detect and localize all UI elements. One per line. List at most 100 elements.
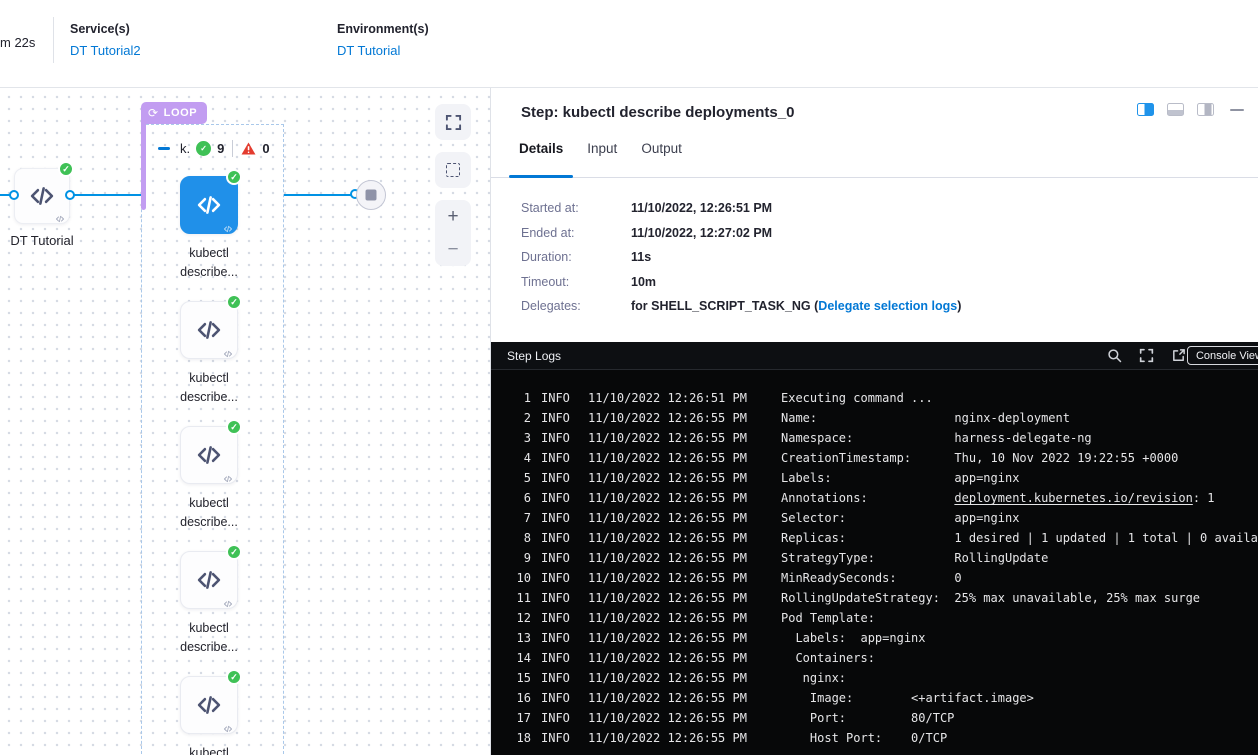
- environments-link[interactable]: DT Tutorial: [337, 43, 429, 58]
- log-level: INFO: [541, 548, 578, 568]
- marquee-icon: [446, 163, 460, 177]
- detail-value: 11/10/2022, 12:27:02 PM: [631, 226, 772, 240]
- services-link[interactable]: DT Tutorial2: [70, 43, 141, 58]
- log-message: Namespace: harness-delegate-ng: [781, 428, 1092, 448]
- log-timestamp: 11/10/2022 12:26:55 PM: [588, 448, 771, 468]
- log-message: CreationTimestamp: Thu, 10 Nov 2022 19:2…: [781, 448, 1178, 468]
- log-message: MinReadySeconds: 0: [781, 568, 962, 588]
- log-timestamp: 11/10/2022 12:26:55 PM: [588, 608, 771, 628]
- log-line-number: 7: [491, 508, 531, 528]
- detail-label: Duration:: [521, 250, 631, 264]
- log-line: 5INFO11/10/2022 12:26:55 PMLabels: app=n…: [491, 468, 1258, 488]
- log-level: INFO: [541, 488, 578, 508]
- log-line-number: 2: [491, 408, 531, 428]
- tab-output[interactable]: Output: [631, 135, 692, 177]
- success-icon: ✓: [226, 544, 242, 560]
- step-details-panel: Step: kubectl describe deployments_0 Det…: [490, 88, 1258, 755]
- stage-in-port: [9, 190, 19, 200]
- step-node-5[interactable]: ✓: [180, 676, 238, 734]
- log-timestamp: 11/10/2022 12:26:55 PM: [588, 428, 771, 448]
- canvas-select-button[interactable]: [435, 152, 471, 188]
- log-message: Selector: app=nginx: [781, 508, 1019, 528]
- log-level: INFO: [541, 428, 578, 448]
- tab-input[interactable]: Input: [577, 135, 627, 177]
- log-timestamp: 11/10/2022 12:26:55 PM: [588, 468, 771, 488]
- console-view-button[interactable]: Console View: [1187, 346, 1258, 365]
- tab-details[interactable]: Details: [509, 135, 573, 177]
- log-level: INFO: [541, 608, 578, 628]
- log-line: 11INFO11/10/2022 12:26:55 PMRollingUpdat…: [491, 588, 1258, 608]
- end-node[interactable]: [356, 180, 386, 210]
- search-icon[interactable]: [1107, 348, 1122, 363]
- step-label-4: kubectldescribe...: [149, 619, 269, 656]
- details-section: Started at:11/10/2022, 12:26:51 PMEnded …: [491, 178, 1258, 342]
- delegate-selection-logs-link[interactable]: Delegate selection logs: [818, 299, 957, 313]
- log-message: Port: 80/TCP: [781, 708, 954, 728]
- success-icon: ✓: [226, 169, 242, 185]
- layout-right-pane-icon[interactable]: [1197, 103, 1214, 116]
- code-watermark-icon: [223, 471, 233, 481]
- step-node-2[interactable]: ✓: [180, 301, 238, 359]
- success-count: 9: [217, 141, 224, 156]
- log-line: 13INFO11/10/2022 12:26:55 PM Labels: app…: [491, 628, 1258, 648]
- step-node-3[interactable]: ✓: [180, 426, 238, 484]
- services-label: Service(s): [70, 22, 141, 36]
- log-timestamp: 11/10/2022 12:26:55 PM: [588, 488, 771, 508]
- code-icon: [28, 182, 56, 210]
- log-line: 12INFO11/10/2022 12:26:55 PMPod Template…: [491, 608, 1258, 628]
- code-watermark-icon: [223, 346, 233, 356]
- layout-bottom-pane-icon[interactable]: [1167, 103, 1184, 116]
- log-line-number: 1: [491, 388, 531, 408]
- open-in-new-icon[interactable]: [1171, 348, 1186, 363]
- log-level: INFO: [541, 688, 578, 708]
- log-line: 14INFO11/10/2022 12:26:55 PM Containers:: [491, 648, 1258, 668]
- log-console[interactable]: 1INFO11/10/2022 12:26:51 PMExecuting com…: [491, 370, 1258, 755]
- step-node-4[interactable]: ✓: [180, 551, 238, 609]
- log-message: Pod Template:: [781, 608, 875, 628]
- log-timestamp: 11/10/2022 12:26:55 PM: [588, 628, 771, 648]
- fullscreen-icon[interactable]: [1139, 348, 1154, 363]
- pipeline-canvas[interactable]: ✓ DT Tutorial ⟳ LOOP k. ✓ 9 0 ✓kubectlde…: [0, 88, 490, 755]
- execution-header: m 22s Service(s) DT Tutorial2 Environmen…: [0, 0, 1258, 88]
- layout-right-split-icon[interactable]: [1137, 103, 1154, 116]
- log-line-number: 10: [491, 568, 531, 588]
- stage-label: DT Tutorial: [0, 233, 102, 248]
- step-label-3: kubectldescribe...: [149, 494, 269, 531]
- log-line-number: 14: [491, 648, 531, 668]
- loop-icon: ⟳: [148, 106, 159, 120]
- log-line-number: 4: [491, 448, 531, 468]
- log-line-number: 5: [491, 468, 531, 488]
- log-line: 7INFO11/10/2022 12:26:55 PMSelector: app…: [491, 508, 1258, 528]
- canvas-fullscreen-button[interactable]: [435, 104, 471, 140]
- stage-node-dt-tutorial[interactable]: ✓: [14, 168, 70, 224]
- log-line-number: 18: [491, 728, 531, 748]
- loop-badge[interactable]: ⟳ LOOP: [141, 102, 207, 124]
- code-watermark-icon: [223, 721, 233, 731]
- success-icon: ✓: [226, 294, 242, 310]
- log-level: INFO: [541, 408, 578, 428]
- log-line: 2INFO11/10/2022 12:26:55 PMName: nginx-d…: [491, 408, 1258, 428]
- log-line: 9INFO11/10/2022 12:26:55 PMStrategyType:…: [491, 548, 1258, 568]
- log-level: INFO: [541, 568, 578, 588]
- log-level: INFO: [541, 388, 578, 408]
- zoom-in-button[interactable]: +: [435, 200, 471, 233]
- collapse-group-button[interactable]: [158, 147, 170, 150]
- collapse-panel-button[interactable]: [1230, 109, 1244, 111]
- detail-row: Delegates:for SHELL_SCRIPT_TASK_NG (Dele…: [521, 299, 1228, 313]
- log-level: INFO: [541, 668, 578, 688]
- step-node-1[interactable]: ✓: [180, 176, 238, 234]
- panel-tabs: DetailsInputOutput: [491, 135, 1258, 178]
- step-logs-header: Step Logs Console View: [491, 342, 1258, 370]
- log-line: 4INFO11/10/2022 12:26:55 PMCreationTimes…: [491, 448, 1258, 468]
- zoom-out-button[interactable]: −: [435, 233, 471, 266]
- code-watermark-icon: [55, 211, 65, 221]
- log-level: INFO: [541, 468, 578, 488]
- log-line-number: 9: [491, 548, 531, 568]
- code-icon: [195, 191, 223, 219]
- log-message: Image: <+artifact.image>: [781, 688, 1034, 708]
- step-logs-actions: [1107, 348, 1186, 363]
- log-message: RollingUpdateStrategy: 25% max unavailab…: [781, 588, 1200, 608]
- success-icon: ✓: [226, 419, 242, 435]
- log-message: Executing command ...: [781, 388, 933, 408]
- log-timestamp: 11/10/2022 12:26:55 PM: [588, 648, 771, 668]
